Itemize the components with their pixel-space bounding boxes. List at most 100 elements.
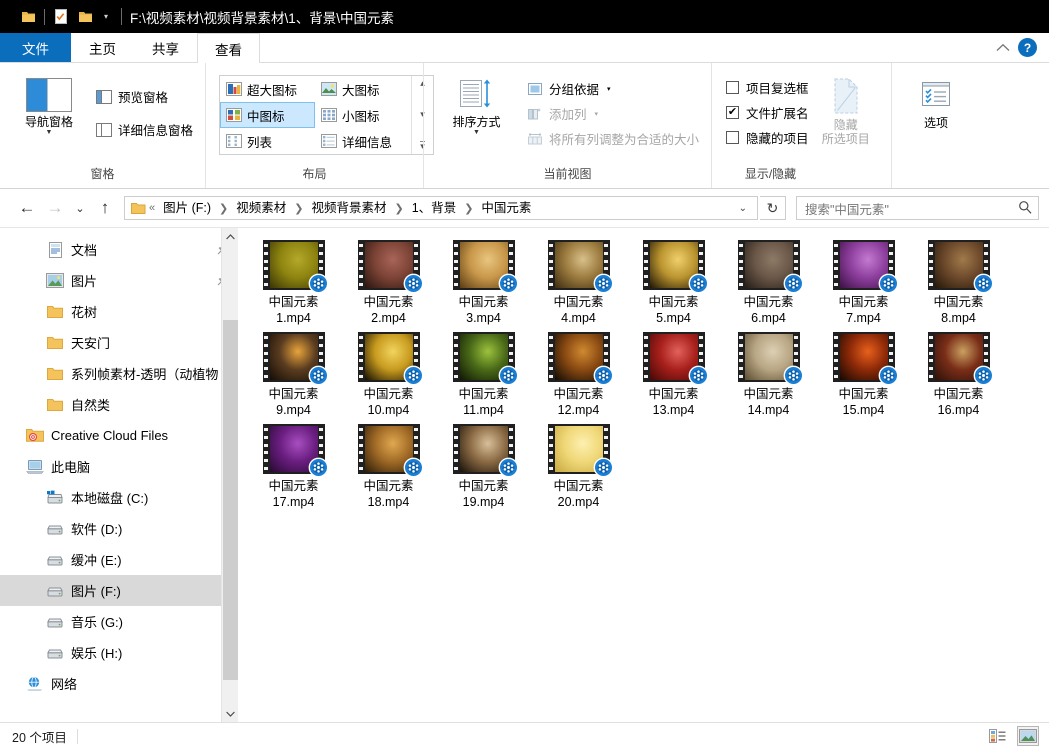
navigation-scrollbar[interactable]	[221, 228, 238, 722]
folder-icon[interactable]	[16, 6, 40, 28]
scroll-down-arrow-icon[interactable]	[222, 705, 239, 722]
large-icons-view-button[interactable]	[1017, 726, 1039, 746]
breadcrumb-sep-1[interactable]: ❯	[293, 202, 304, 215]
video-file-badge-icon	[498, 457, 519, 478]
navigation-scroll-thumb[interactable]	[222, 320, 238, 680]
sidebar-item-4[interactable]: 系列帧素材-透明（动植物	[0, 358, 238, 389]
tab-share[interactable]: 共享	[134, 33, 197, 62]
sidebar-item-11[interactable]: 图片 (F:)	[0, 575, 238, 606]
file-tile[interactable]: 中国元素 1.mp4	[246, 236, 341, 328]
tab-home[interactable]: 主页	[71, 33, 134, 62]
file-tile[interactable]: 中国元素 15.mp4	[816, 328, 911, 420]
breadcrumb-sep-3[interactable]: ❯	[463, 202, 474, 215]
search-icon[interactable]	[1018, 200, 1032, 217]
sidebar-item-12[interactable]: 音乐 (G:)	[0, 606, 238, 637]
details-pane-button[interactable]: 详细信息窗格	[92, 117, 197, 142]
tab-file[interactable]: 文件	[0, 33, 71, 62]
sidebar-item-label: 花树	[71, 305, 98, 320]
file-tile[interactable]: 中国元素 5.mp4	[626, 236, 721, 328]
sort-by-button[interactable]: 排序方式 ▼	[438, 72, 515, 136]
sidebar-item-10[interactable]: 缓冲 (E:)	[0, 544, 238, 575]
group-by-button[interactable]: 分组依据 ▾	[523, 76, 703, 101]
collapse-ribbon-chevron-icon[interactable]	[996, 41, 1010, 55]
file-tile[interactable]: 中国元素 6.mp4	[721, 236, 816, 328]
new-folder-icon[interactable]	[73, 6, 97, 28]
navigation-pane-button[interactable]: 导航窗格 ▼	[12, 72, 86, 136]
layout-option-list[interactable]: 列表	[220, 128, 315, 154]
details-view-button[interactable]	[987, 726, 1009, 746]
layout-option-large-icons[interactable]: 大图标	[315, 76, 411, 102]
file-tile[interactable]: 中国元素 13.mp4	[626, 328, 721, 420]
hide-selected-label-2: 所选项目	[821, 132, 870, 147]
layout-option-medium-icons[interactable]: 中图标	[220, 102, 315, 128]
layout-listbox[interactable]: 超大图标 大图标 中图标 小图标 列表 详细信息 ▴ ▾ ▾	[219, 75, 434, 155]
layout-option-small-icons[interactable]: 小图标	[315, 102, 411, 128]
layout-option-details[interactable]: 详细信息	[315, 128, 411, 154]
file-tile[interactable]: 中国元素 12.mp4	[531, 328, 626, 420]
sidebar-item-13[interactable]: 娱乐 (H:)	[0, 637, 238, 668]
file-tile[interactable]: 中国元素 2.mp4	[341, 236, 436, 328]
sidebar-item-8[interactable]: 本地磁盘 (C:)	[0, 482, 238, 513]
address-bar[interactable]: « 图片 (F:) ❯ 视频素材 ❯ 视频背景素材 ❯ 1、背景 ❯ 中国元素 …	[124, 196, 758, 220]
hidden-items-checkbox[interactable]	[726, 131, 739, 144]
sidebar-item-7[interactable]: 此电脑	[0, 451, 238, 482]
item-checkboxes-row[interactable]: 项目复选框	[726, 75, 809, 100]
sidebar-item-6[interactable]: Creative Cloud Files	[0, 420, 238, 451]
recent-locations-button[interactable]: ⌄	[70, 195, 90, 221]
hidden-items-row[interactable]: 隐藏的项目	[726, 125, 809, 150]
file-list-view[interactable]: 中国元素 1.mp4 中国元素 2.mp4 中国元素 3.mp4 中国元素 4.mp4 中国元素…	[238, 228, 1049, 722]
hide-selected-items-button: 隐藏 所选项目	[809, 72, 883, 147]
help-button[interactable]: ?	[1018, 38, 1037, 57]
up-button[interactable]: ↑	[92, 195, 118, 221]
file-tile[interactable]: 中国元素 16.mp4	[911, 328, 1006, 420]
search-box[interactable]: 搜索"中国元素"	[796, 196, 1039, 220]
item-checkboxes-checkbox[interactable]	[726, 81, 739, 94]
file-tile[interactable]: 中国元素 18.mp4	[341, 420, 436, 512]
file-tile[interactable]: 中国元素 9.mp4	[246, 328, 341, 420]
sidebar-item-5[interactable]: 自然类	[0, 389, 238, 420]
sidebar-item-2[interactable]: 花树	[0, 296, 238, 327]
film-perforations-left	[928, 240, 935, 290]
navigation-scroll-track[interactable]	[222, 245, 239, 705]
sidebar-item-3[interactable]: 天安门	[0, 327, 238, 358]
breadcrumb-item-4[interactable]: 中国元素	[476, 197, 536, 219]
file-tile[interactable]: 中国元素 7.mp4	[816, 236, 911, 328]
refresh-button[interactable]: ↻	[760, 196, 786, 220]
breadcrumb-item-0[interactable]: 图片 (F:)	[158, 197, 216, 219]
breadcrumb-item-3[interactable]: 1、背景	[407, 197, 461, 219]
file-tile[interactable]: 中国元素 3.mp4	[436, 236, 531, 328]
file-tile[interactable]: 中国元素 11.mp4	[436, 328, 531, 420]
file-tile[interactable]: 中国元素 4.mp4	[531, 236, 626, 328]
file-tile[interactable]: 中国元素 14.mp4	[721, 328, 816, 420]
sidebar-item-0[interactable]: 文档	[0, 234, 238, 265]
breadcrumb-sep-0[interactable]: ❯	[218, 202, 229, 215]
layout-option-extra-large-icons[interactable]: 超大图标	[220, 76, 315, 102]
breadcrumb-item-2[interactable]: 视频背景素材	[307, 197, 392, 219]
breadcrumb-sep-2[interactable]: ❯	[394, 202, 405, 215]
file-tile[interactable]: 中国元素 17.mp4	[246, 420, 341, 512]
forward-button[interactable]: →	[42, 195, 68, 221]
sidebar-item-1[interactable]: 图片	[0, 265, 238, 296]
search-input[interactable]: 搜索"中国元素"	[805, 199, 1018, 218]
scroll-up-arrow-icon[interactable]	[222, 228, 239, 245]
file-tile[interactable]: 中国元素 10.mp4	[341, 328, 436, 420]
file-extensions-row[interactable]: ✔ 文件扩展名	[726, 100, 809, 125]
sidebar-item-14[interactable]: 网络	[0, 668, 238, 699]
address-overflow-icon[interactable]: «	[148, 202, 156, 214]
back-button[interactable]: ←	[14, 195, 40, 221]
address-dropdown-chevron-icon[interactable]: ⌄	[731, 203, 755, 214]
file-tile[interactable]: 中国元素 19.mp4	[436, 420, 531, 512]
file-extensions-checkbox[interactable]: ✔	[726, 106, 739, 119]
options-button[interactable]: 选项	[904, 72, 968, 131]
file-tile[interactable]: 中国元素 8.mp4	[911, 236, 1006, 328]
sidebar-item-9[interactable]: 软件 (D:)	[0, 513, 238, 544]
properties-icon[interactable]	[49, 6, 73, 28]
file-name-line-2: 1.mp4	[276, 311, 311, 325]
thumbnail	[452, 424, 518, 478]
breadcrumb-item-1[interactable]: 视频素材	[231, 197, 291, 219]
customize-qat-chevron-icon[interactable]: ▾	[97, 6, 115, 28]
thumbnail	[832, 332, 898, 386]
preview-pane-button[interactable]: 预览窗格	[92, 84, 197, 109]
file-tile[interactable]: 中国元素 20.mp4	[531, 420, 626, 512]
tab-view[interactable]: 查看	[197, 33, 260, 63]
